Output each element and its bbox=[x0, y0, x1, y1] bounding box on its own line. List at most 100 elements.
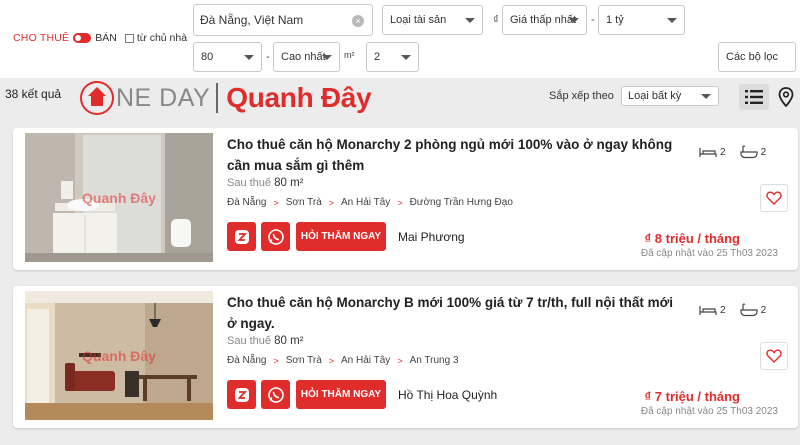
bath-icon bbox=[739, 145, 758, 159]
bathroom-count: 2 bbox=[760, 304, 767, 316]
filter-bar: CHO THUÊ BÁN từ chủ nhà Đà Nẵng, Việt Na… bbox=[0, 0, 800, 78]
price-max-select[interactable]: 1 tỷ bbox=[598, 5, 685, 35]
whatsapp-button[interactable] bbox=[261, 380, 290, 409]
property-type-select[interactable]: Loại tài sản bbox=[382, 5, 483, 35]
price-dash: - bbox=[591, 14, 595, 26]
more-filters-button[interactable]: Các bộ lọc bbox=[718, 42, 796, 72]
brand-divider bbox=[216, 83, 219, 113]
listing-card[interactable]: Quanh Đây Cho thuê căn hộ Monarchy B mới… bbox=[13, 286, 798, 428]
listing-price: ₫ 7 triệu / tháng bbox=[644, 389, 740, 404]
crumb-ward[interactable]: An Hải Tây bbox=[341, 197, 390, 208]
area-dash: - bbox=[266, 51, 270, 63]
crumb-separator: > bbox=[273, 355, 279, 366]
sort-label: Sắp xếp theo bbox=[549, 90, 614, 102]
ask-now-button[interactable]: HỎI THĂM NGAY bbox=[296, 380, 386, 409]
listing-photo[interactable]: Quanh Đây bbox=[25, 291, 213, 420]
price-min-select[interactable]: Giá thấp nhất bbox=[502, 5, 587, 35]
updated-date: Đã cập nhật vào 25 Th03 2023 bbox=[640, 248, 778, 259]
crumb-separator: > bbox=[328, 197, 335, 208]
area-value: 80 m² bbox=[274, 177, 304, 189]
agent-name[interactable]: Hồ Thị Hoa Quỳnh bbox=[398, 388, 497, 402]
chevron-down-icon bbox=[667, 18, 677, 23]
area-info: Sau thuế 80 m² bbox=[227, 177, 304, 189]
agent-name[interactable]: Mai Phương bbox=[398, 230, 465, 244]
crumb-separator: > bbox=[328, 355, 335, 366]
ask-now-button[interactable]: HỎI THĂM NGAY bbox=[296, 222, 386, 251]
crumb-city[interactable]: Đà Nẵng bbox=[227, 355, 266, 366]
crumb-city[interactable]: Đà Nẵng bbox=[227, 197, 266, 208]
bed-icon bbox=[699, 147, 717, 157]
zalo-button[interactable] bbox=[227, 380, 256, 409]
bed-icon bbox=[699, 305, 717, 315]
area-max-value: Cao nhất bbox=[281, 51, 326, 63]
listing-photo[interactable]: Quanh Đây bbox=[25, 133, 213, 262]
updated-date: Đã cập nhật vào 25 Th03 2023 bbox=[640, 406, 778, 417]
area-max-select[interactable]: Cao nhất bbox=[273, 42, 340, 72]
crumb-separator: > bbox=[397, 197, 403, 208]
listing-card[interactable]: Quanh Đây Cho thuê căn hộ Monarchy 2 phò… bbox=[13, 128, 798, 270]
area-min-select[interactable]: 80 bbox=[193, 42, 262, 72]
chevron-down-icon bbox=[322, 55, 332, 60]
area-unit: m² bbox=[344, 50, 355, 60]
mode-rent-label[interactable]: CHO THUÊ bbox=[13, 32, 69, 44]
bedrooms-select[interactable]: 2 bbox=[366, 42, 419, 72]
crumb-district[interactable]: Sơn Trà bbox=[286, 355, 322, 366]
crumb-separator: > bbox=[273, 197, 279, 208]
more-filters-label: Các bộ lọc bbox=[726, 51, 778, 63]
zalo-icon bbox=[234, 387, 249, 402]
listing-title[interactable]: Cho thuê căn hộ Monarchy 2 phòng ngủ mới… bbox=[227, 134, 682, 176]
zalo-icon bbox=[234, 229, 249, 244]
map-pin-icon bbox=[778, 87, 794, 107]
location-value: Đà Nẵng, Việt Nam bbox=[200, 13, 304, 27]
map-view-button[interactable] bbox=[776, 86, 796, 108]
bedrooms-value: 2 bbox=[374, 51, 381, 63]
save-listing-button[interactable] bbox=[760, 184, 788, 212]
chevron-down-icon bbox=[701, 94, 711, 99]
price-max-value: 1 tỷ bbox=[606, 14, 624, 26]
whatsapp-icon bbox=[267, 386, 284, 403]
area-info: Sau thuế 80 m² bbox=[227, 335, 304, 347]
owner-label: từ chủ nhà bbox=[136, 32, 188, 44]
heart-icon bbox=[766, 191, 782, 205]
chevron-down-icon bbox=[569, 18, 579, 23]
mode-sale-label[interactable]: BÁN bbox=[95, 32, 117, 44]
chevron-down-icon bbox=[244, 55, 254, 60]
listing-price: ₫ 8 triệu / tháng bbox=[644, 231, 740, 246]
crumb-ward[interactable]: An Hải Tây bbox=[341, 355, 390, 366]
save-listing-button[interactable] bbox=[760, 342, 788, 370]
house-logo-icon bbox=[80, 81, 114, 115]
listing-title[interactable]: Cho thuê căn hộ Monarchy B mới 100% giá … bbox=[227, 292, 682, 334]
photo-watermark: Quanh Đây bbox=[82, 189, 156, 206]
after-tax-label: Sau thuế bbox=[227, 335, 272, 347]
clear-icon[interactable]: × bbox=[352, 15, 364, 27]
after-tax-label: Sau thuế bbox=[227, 177, 272, 189]
list-view-icon bbox=[745, 90, 763, 104]
chevron-down-icon bbox=[401, 55, 411, 60]
sort-select[interactable]: Loại bất kỳ bbox=[621, 86, 719, 106]
area-min-value: 80 bbox=[201, 51, 214, 63]
crumb-district[interactable]: Sơn Trà bbox=[286, 197, 322, 208]
whatsapp-button[interactable] bbox=[261, 222, 290, 251]
location-input[interactable]: Đà Nẵng, Việt Nam × bbox=[193, 4, 373, 36]
crumb-street[interactable]: An Trung 3 bbox=[410, 355, 459, 366]
sort-value: Loại bất kỳ bbox=[628, 90, 682, 102]
rent-sale-toggle[interactable] bbox=[73, 33, 92, 43]
list-view-button[interactable] bbox=[739, 84, 769, 110]
owner-checkbox[interactable] bbox=[124, 33, 134, 43]
whatsapp-icon bbox=[267, 228, 284, 245]
crumb-separator: > bbox=[397, 355, 403, 366]
result-count: 38 kết quả bbox=[5, 87, 62, 101]
price-min-value: Giá thấp nhất bbox=[510, 14, 577, 26]
listing-mode: CHO THUÊ BÁN từ chủ nhà bbox=[13, 32, 187, 44]
brand-logo[interactable]: NE DAY Quanh Đây bbox=[80, 78, 372, 118]
room-info: 2 2 bbox=[699, 303, 780, 317]
property-type-value: Loại tài sản bbox=[390, 14, 447, 26]
zalo-button[interactable] bbox=[227, 222, 256, 251]
photo-watermark: Quanh Đây bbox=[82, 347, 156, 364]
room-info: 2 2 bbox=[699, 145, 780, 159]
bathroom-count: 2 bbox=[760, 146, 767, 158]
brand-oneday: NE DAY bbox=[116, 83, 211, 112]
currency-symbol: ₫ bbox=[493, 14, 499, 26]
brand-quanhday: Quanh Đây bbox=[226, 82, 372, 113]
crumb-street[interactable]: Đường Trần Hưng Đạo bbox=[410, 197, 513, 208]
